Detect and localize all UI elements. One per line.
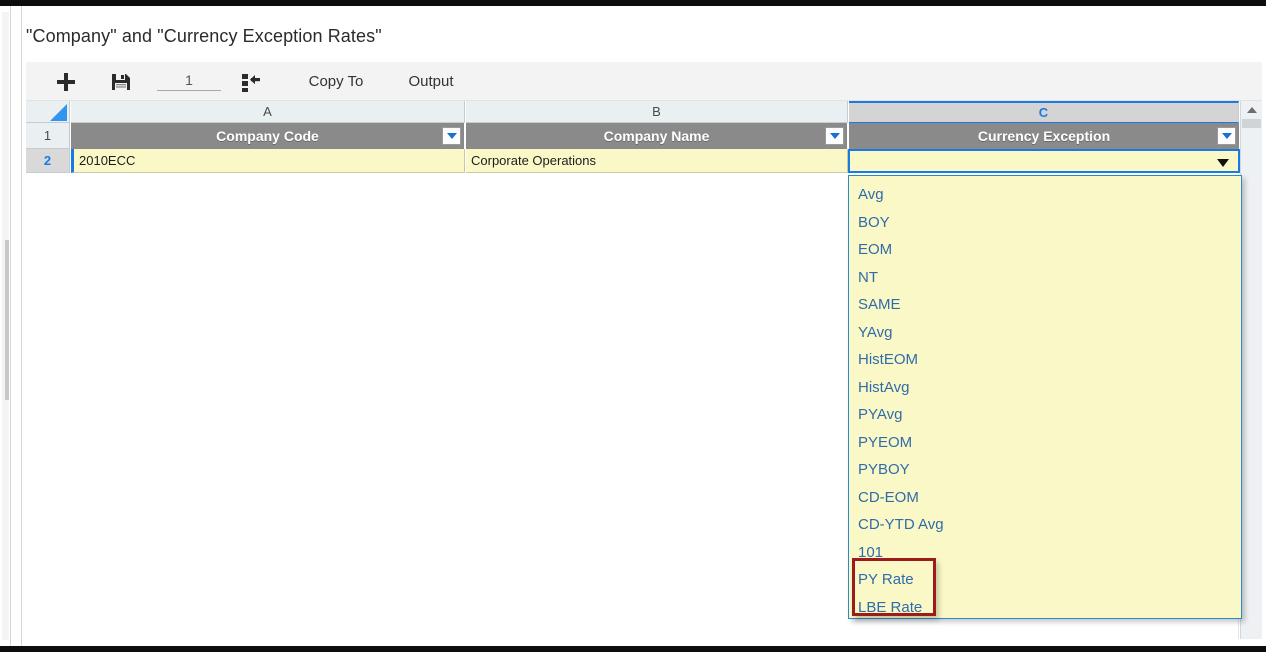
filter-dropdown-icon[interactable] [442, 127, 461, 145]
save-floppy-icon [112, 73, 130, 90]
plus-icon [57, 72, 75, 91]
dropdown-option[interactable]: SAME [849, 291, 1241, 319]
dropdown-option[interactable]: HistEOM [849, 346, 1241, 374]
field-header-company-code[interactable]: Company Code [71, 123, 465, 149]
dropdown-option[interactable]: PY Rate [849, 566, 1241, 594]
panel-divider-left [10, 6, 11, 646]
cell-company-code[interactable]: 2010ECC [71, 149, 465, 173]
dropdown-option[interactable]: PYEOM [849, 429, 1241, 457]
row-header-2[interactable]: 2 [26, 149, 70, 173]
filter-dropdown-icon[interactable] [1217, 127, 1236, 145]
dropdown-option[interactable]: Avg [849, 181, 1241, 209]
left-scrollbar-thumb[interactable] [5, 240, 9, 400]
dropdown-option[interactable]: PYBOY [849, 456, 1241, 484]
field-header-label: Company Code [216, 128, 319, 144]
dropdown-option[interactable]: HistAvg [849, 374, 1241, 402]
insert-rows-icon [242, 73, 260, 92]
dropdown-option[interactable]: CD-YTD Avg [849, 511, 1241, 539]
field-header-label: Company Name [603, 128, 710, 144]
dropdown-option[interactable]: YAvg [849, 319, 1241, 347]
currency-exception-dropdown-list[interactable]: Avg BOY EOM NT SAME YAvg HistEOM HistAvg PYAvg PY… [848, 175, 1242, 619]
add-row-button[interactable] [46, 62, 86, 101]
cell-currency-exception[interactable] [848, 149, 1240, 173]
column-header-b[interactable]: B [466, 101, 848, 123]
window-frame: "Company" and "Currency Exception Rates" [0, 0, 1266, 652]
field-header-label: Currency Exception [977, 128, 1111, 144]
insert-rows-button[interactable] [231, 62, 271, 101]
select-all-triangle-icon [50, 104, 67, 121]
column-header-c[interactable]: C [849, 101, 1239, 123]
dropdown-option[interactable]: NT [849, 264, 1241, 292]
row-count-field-wrap [153, 62, 225, 101]
chevron-down-icon[interactable] [1217, 159, 1229, 167]
column-header-a[interactable]: A [71, 101, 465, 123]
select-all-corner[interactable] [26, 101, 70, 123]
field-header-company-name[interactable]: Company Name [466, 123, 848, 149]
panel-divider-inner [21, 6, 22, 646]
page-title: "Company" and "Currency Exception Rates" [26, 26, 382, 46]
dropdown-option[interactable]: EOM [849, 236, 1241, 264]
field-header-currency-exception[interactable]: Currency Exception [849, 123, 1239, 149]
save-button[interactable] [101, 62, 141, 101]
output-button[interactable]: Output [391, 62, 471, 101]
grid-vertical-scrollbar[interactable] [1240, 101, 1262, 639]
dropdown-option[interactable]: CD-EOM [849, 484, 1241, 512]
dropdown-option[interactable]: LBE Rate [849, 594, 1241, 622]
column-letter-strip: A B C [26, 101, 1239, 123]
vertical-scrollbar-thumb[interactable] [1242, 119, 1261, 128]
scroll-up-arrow-icon[interactable] [1241, 101, 1262, 118]
dropdown-option[interactable]: BOY [849, 209, 1241, 237]
dropdown-option[interactable]: PYAvg [849, 401, 1241, 429]
application-page: "Company" and "Currency Exception Rates" [0, 6, 1266, 646]
left-scrollbar-track[interactable] [2, 12, 9, 640]
filter-dropdown-icon[interactable] [825, 127, 844, 145]
row-header-1[interactable]: 1 [26, 123, 70, 149]
dropdown-option[interactable]: 101 [849, 539, 1241, 567]
row-count-input[interactable] [157, 72, 221, 91]
cell-company-name[interactable]: Corporate Operations [466, 149, 848, 173]
copy-to-button[interactable]: Copy To [291, 62, 381, 101]
toolbar: Copy To Output [26, 62, 1262, 101]
